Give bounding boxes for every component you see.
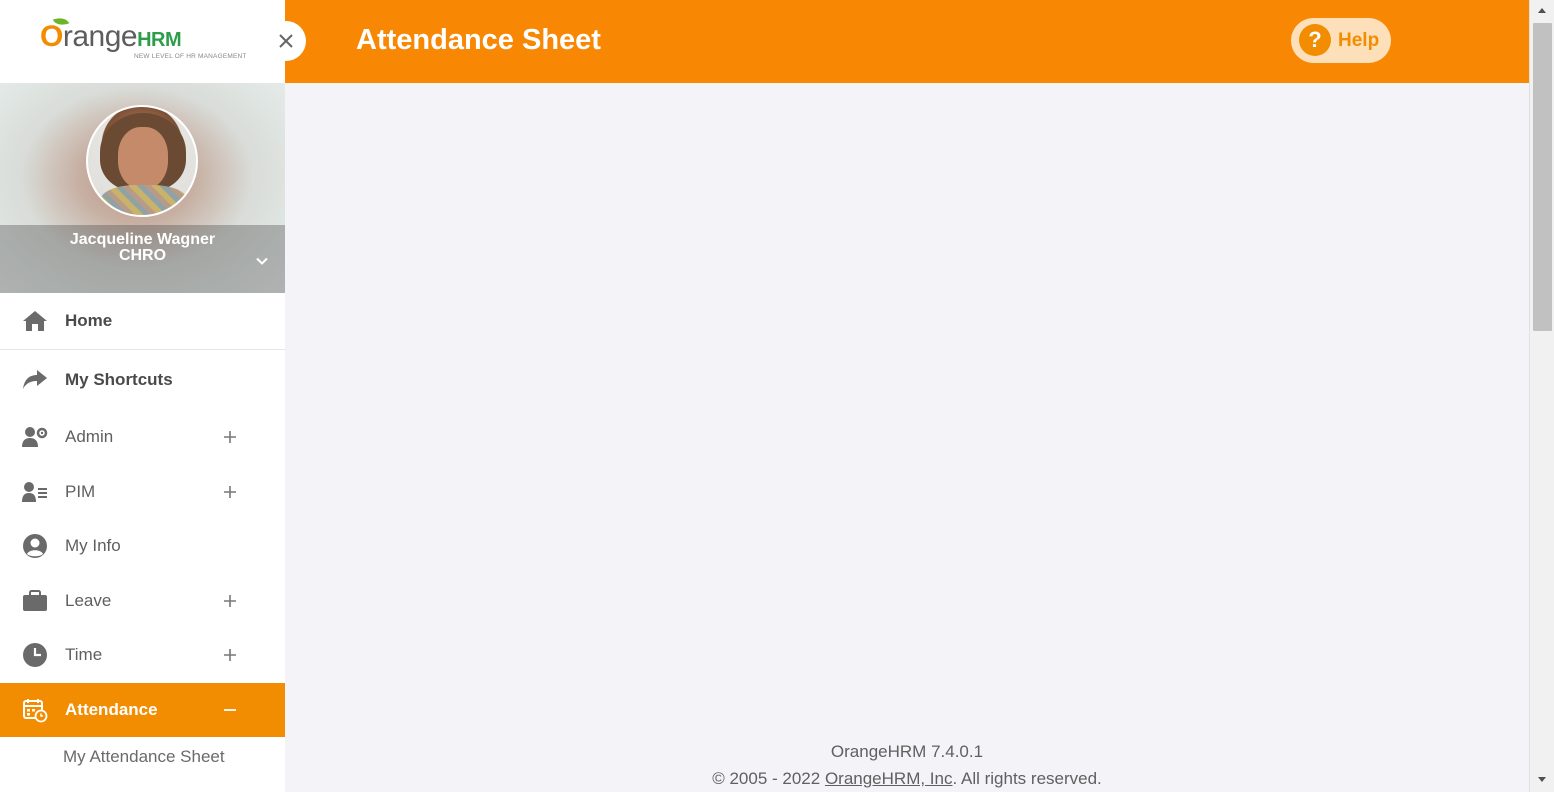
menu-label-shortcuts: My Shortcuts [65,370,173,389]
minus-icon[interactable] [222,702,238,718]
logo-wordmark: OrangeHRM [40,20,182,53]
profile-name: Jacqueline Wagner [69,231,216,248]
menu-item-my-shortcuts[interactable]: My Shortcuts [0,350,285,410]
logo-tagline: NEW LEVEL OF HR MANAGEMENT [134,53,247,60]
menu-item-attendance[interactable]: Attendance [0,682,285,737]
clock-icon [22,642,48,668]
home-icon [22,308,48,334]
plus-icon[interactable] [222,484,238,500]
question-icon: ? [1299,24,1331,56]
plus-icon[interactable] [222,593,238,609]
avatar[interactable] [86,105,198,217]
menu-item-home[interactable]: Home [0,293,285,350]
menu-label-admin: Admin [65,427,114,447]
scroll-thumb[interactable] [1533,23,1552,331]
vertical-scrollbar[interactable] [1529,0,1554,792]
main-content: OrangeHRM 7.4.0.1 © 2005 - 2022 OrangeHR… [285,83,1529,792]
menu-item-admin[interactable]: Admin [0,410,285,465]
orangehrm-logo[interactable]: OrangeHRM NEW LEVEL OF HR MANAGEMENT [40,14,250,65]
top-bar: Attendance Sheet ? Help [285,0,1529,83]
company-link[interactable]: OrangeHRM, Inc [825,769,953,788]
plus-icon[interactable] [222,647,238,663]
footer-version: OrangeHRM 7.4.0.1 [830,742,984,761]
menu-item-leave[interactable]: Leave [0,574,285,629]
profile-role: CHRO [118,247,167,264]
close-sidebar-button[interactable] [266,21,306,61]
page-title: Attendance Sheet [356,24,601,56]
menu-item-my-info[interactable]: My Info [0,519,285,574]
close-icon [279,34,293,48]
menu-label-time: Time [65,645,103,665]
footer: OrangeHRM 7.4.0.1 © 2005 - 2022 OrangeHR… [285,738,1529,792]
submenu-item-my-attendance-sheet[interactable]: My Attendance Sheet [0,737,230,767]
menu-label-leave: Leave [65,590,112,610]
user-list-icon [22,479,48,505]
scroll-up-arrow-icon[interactable] [1530,0,1554,20]
help-button[interactable]: ? Help [1291,18,1391,63]
avatar-face [118,127,168,189]
avatar-scarf [100,185,188,215]
briefcase-icon [22,588,48,614]
user-circle-icon [22,533,48,559]
share-arrow-icon [22,367,48,393]
user-gear-icon [22,424,48,450]
profile-card: Jacqueline Wagner CHRO [0,83,285,293]
logo-area: OrangeHRM NEW LEVEL OF HR MANAGEMENT [0,0,285,83]
menu-label-my-info: My Info [65,536,121,556]
menu-item-time[interactable]: Time [0,628,285,683]
menu-label-home: Home [65,311,113,330]
footer-copyright: © 2005 - 2022 OrangeHRM, Inc. All rights… [285,765,1529,792]
plus-icon[interactable] [222,429,238,445]
main-menu: Home My Shortcuts Admin PIM My Info Leav… [0,293,285,767]
menu-item-pim[interactable]: PIM [0,465,285,520]
sidebar: OrangeHRM NEW LEVEL OF HR MANAGEMENT Jac… [0,0,285,792]
menu-label-pim: PIM [65,481,96,501]
copyright-prefix: © 2005 - 2022 [712,769,825,788]
scroll-down-arrow-icon[interactable] [1530,770,1554,790]
chevron-down-icon[interactable] [254,253,270,269]
menu-label-attendance: Attendance [65,699,158,719]
copyright-suffix: . All rights reserved. [952,769,1102,788]
calendar-clock-icon [22,697,48,723]
help-label: Help [1338,30,1380,51]
